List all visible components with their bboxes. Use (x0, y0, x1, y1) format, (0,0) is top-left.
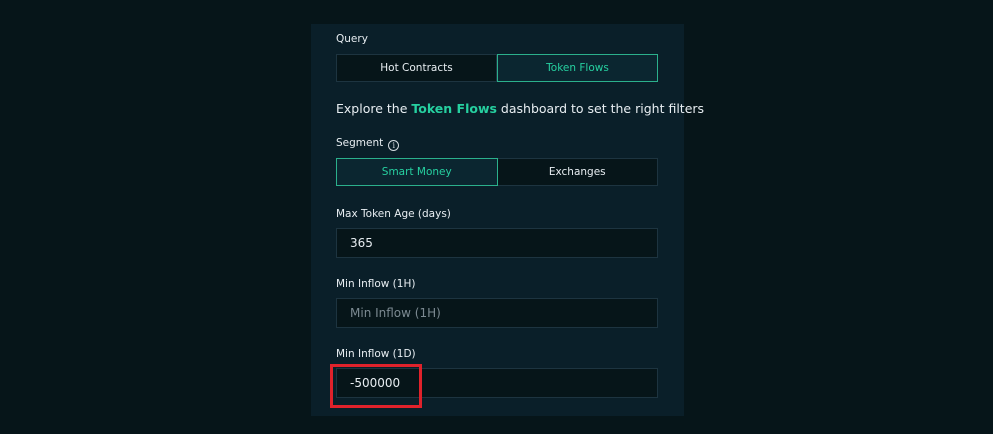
segment-option-exchanges[interactable]: Exchanges (497, 158, 658, 186)
token-flows-link[interactable]: Token Flows (411, 101, 497, 116)
max-token-age-input[interactable] (336, 228, 658, 258)
query-option-hot-contracts[interactable]: Hot Contracts (336, 54, 497, 82)
segment-label-row: Segment i (336, 137, 400, 151)
max-token-age-label: Max Token Age (days) (336, 208, 451, 220)
query-option-token-flows[interactable]: Token Flows (497, 54, 658, 82)
segment-label: Segment (336, 137, 384, 149)
min-inflow-1d-input[interactable] (336, 368, 658, 398)
segment-toggle: Smart Money Exchanges (336, 158, 658, 186)
explore-suffix: dashboard to set the right filters (496, 101, 705, 116)
info-icon[interactable]: i (388, 140, 400, 151)
min-inflow-1h-label: Min Inflow (1H) (336, 278, 416, 290)
query-toggle: Hot Contracts Token Flows (336, 54, 658, 82)
min-inflow-1h-input[interactable] (336, 298, 658, 328)
explore-hint: Explore the Token Flows dashboard to set… (336, 101, 704, 116)
explore-prefix: Explore the (336, 101, 412, 116)
segment-option-smart-money[interactable]: Smart Money (336, 158, 498, 186)
filter-panel: Query Hot Contracts Token Flows Explore … (311, 24, 704, 416)
min-inflow-1d-label: Min Inflow (1D) (336, 348, 416, 360)
query-label: Query (336, 33, 368, 45)
